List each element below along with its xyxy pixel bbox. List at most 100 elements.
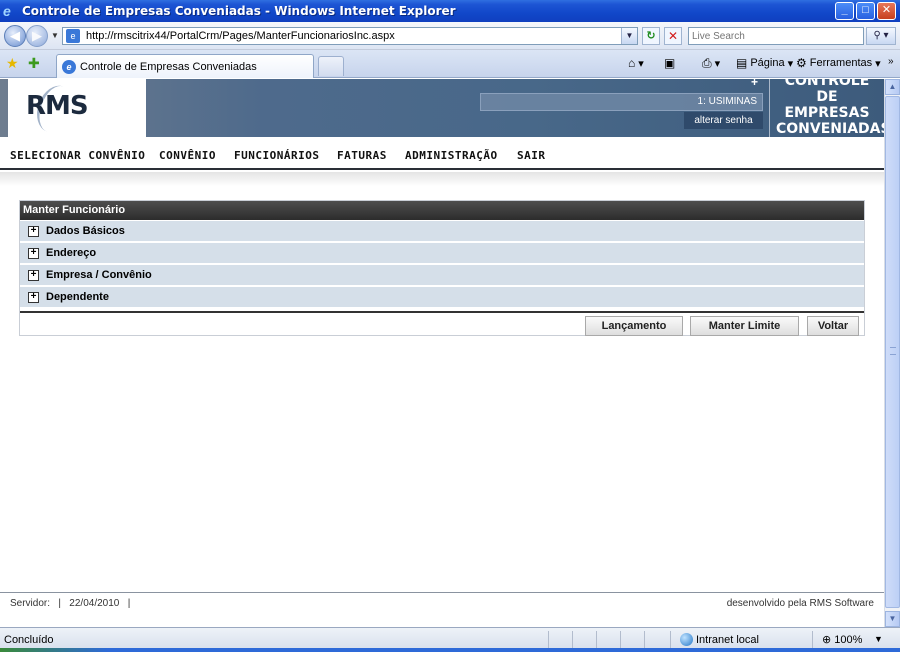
expand-plus-icon[interactable]: + (28, 269, 39, 281)
section-label: Endereço (46, 247, 97, 259)
manter-funcionario-panel: Manter Funcionário + Dados Básicos + End… (19, 200, 865, 336)
back-button[interactable]: ◀ (4, 25, 26, 47)
rss-feed-icon: ▣ (664, 56, 676, 70)
tools-menu[interactable]: ⚙ Ferramentas ▾ (796, 56, 881, 70)
page-footer: Servidor: | 22/04/2010 | desenvolvido pe… (0, 592, 884, 627)
menu-shadow (0, 172, 884, 186)
menu-sair[interactable]: SAIR (517, 149, 546, 162)
server-label: Servidor: (10, 598, 51, 609)
section-dados-basicos[interactable]: + Dados Básicos (20, 221, 864, 242)
plus-icon: + (751, 79, 759, 89)
zoom-level[interactable]: ⊕ 100% (822, 633, 862, 646)
status-divider (670, 631, 671, 649)
tab-controle-empresas[interactable]: e Controle de Empresas Conveniadas (56, 54, 314, 78)
menu-faturas[interactable]: FATURAS (337, 149, 387, 162)
scroll-down-button[interactable]: ▼ (885, 611, 900, 627)
search-field[interactable] (688, 27, 864, 45)
server-info: Servidor: | 22/04/2010 | (10, 598, 131, 609)
add-favorite-icon[interactable]: ✚ (28, 55, 40, 72)
favorites-star-icon[interactable]: ★ (6, 55, 19, 72)
printer-icon: ⎙ (702, 56, 712, 70)
brand-line-2: DE EMPRESAS (784, 89, 870, 121)
gear-icon: ⚙ (796, 56, 807, 70)
page-menu-label: Página (750, 57, 785, 69)
home-icon: ⌂ (628, 56, 636, 70)
address-field[interactable]: e http://rmscitrix44/PortalCrm/Pages/Man… (62, 27, 638, 45)
status-divider (572, 631, 573, 649)
status-divider (548, 631, 549, 649)
manter-limite-button[interactable]: Manter Limite (690, 316, 799, 336)
home-button[interactable]: ⌂ ▾ (628, 56, 644, 70)
site-header: RMS + 1: USIMINAS alterar senha CONTROLE… (0, 79, 884, 138)
scroll-thumb[interactable] (885, 96, 900, 608)
lancamento-button[interactable]: Lançamento (585, 316, 683, 336)
brand-line-3: CONVENIADAS (776, 121, 884, 137)
menu-convenio[interactable]: CONVÊNIO (159, 149, 216, 162)
main-menu: SELECIONAR CONVÊNIO CONVÊNIO FUNCIONÁRIO… (0, 137, 884, 170)
address-dropdown-button[interactable]: ▼ (621, 28, 637, 44)
minimize-button[interactable]: _ (835, 2, 854, 20)
security-zone[interactable]: Intranet local (680, 633, 759, 646)
expand-plus-icon[interactable]: + (28, 225, 39, 237)
expand-plus-icon[interactable]: + (28, 247, 39, 259)
print-button[interactable]: ⎙ ▾ (702, 56, 720, 71)
brand-title: CONTROLE DE EMPRESAS CONVENIADAS (776, 79, 884, 137)
change-password-link[interactable]: alterar senha (684, 112, 763, 129)
current-user: 1: USIMINAS (480, 93, 763, 111)
tools-menu-label: Ferramentas (809, 57, 873, 69)
menu-administracao[interactable]: ADMINISTRAÇÃO (405, 149, 498, 162)
address-toolbar: ◀ ▶ ▼ e http://rmscitrix44/PortalCrm/Pag… (0, 22, 900, 50)
page-viewport: RMS + 1: USIMINAS alterar senha CONTROLE… (0, 79, 884, 627)
brand-line-1: CONTROLE (784, 79, 870, 89)
panel-title: Manter Funcionário (20, 201, 864, 220)
logo-area: RMS (8, 79, 146, 138)
zoom-dropdown-icon[interactable]: ▼ (874, 634, 883, 644)
scroll-up-button[interactable]: ▲ (885, 79, 900, 95)
section-empresa-convenio[interactable]: + Empresa / Convênio (20, 265, 864, 286)
section-label: Dados Básicos (46, 225, 125, 237)
window-title: Controle de Empresas Conveniadas - Windo… (22, 4, 456, 18)
footer-date: 22/04/2010 (69, 598, 120, 609)
search-input[interactable] (689, 28, 859, 44)
section-endereco[interactable]: + Endereço (20, 243, 864, 264)
taskbar-edge (0, 648, 900, 652)
feeds-button[interactable]: ▣ (664, 56, 675, 70)
ie-page-icon: e (62, 59, 76, 74)
address-url[interactable]: http://rmscitrix44/PortalCrm/Pages/Mante… (86, 30, 395, 42)
more-commands-chevron-icon[interactable]: » (888, 56, 894, 67)
section-label: Empresa / Convênio (46, 269, 152, 281)
status-divider (620, 631, 621, 649)
search-button[interactable]: ⚲ ▾ (866, 27, 896, 45)
status-divider (644, 631, 645, 649)
tab-label: Controle de Empresas Conveniadas (80, 60, 257, 73)
close-button[interactable]: ✕ (877, 2, 896, 20)
menu-selecionar-convenio[interactable]: SELECIONAR CONVÊNIO (10, 149, 145, 162)
vertical-scrollbar[interactable]: ▲ ▼ (884, 79, 900, 627)
maximize-button[interactable]: □ (856, 2, 875, 20)
panel-divider (20, 311, 864, 313)
status-divider (812, 631, 813, 649)
forward-button[interactable]: ▶ (26, 25, 48, 47)
brand-divider (769, 79, 770, 137)
section-dependente[interactable]: + Dependente (20, 287, 864, 308)
status-divider (596, 631, 597, 649)
expand-plus-icon[interactable]: + (28, 291, 39, 303)
globe-icon (680, 633, 693, 646)
menu-funcionarios[interactable]: FUNCIONÁRIOS (234, 149, 319, 162)
new-tab-button[interactable] (318, 56, 344, 76)
voltar-button[interactable]: Voltar (807, 316, 859, 336)
zone-label: Intranet local (696, 633, 759, 646)
window-title-bar: e Controle de Empresas Conveniadas - Win… (0, 0, 900, 22)
window-controls: _ □ ✕ (835, 2, 896, 20)
status-text: Concluído (4, 634, 54, 646)
zoom-value: 100% (834, 634, 863, 646)
internet-explorer-icon: e (3, 3, 11, 19)
section-label: Dependente (46, 291, 109, 303)
page-menu[interactable]: ▤ Página ▾ (736, 56, 793, 70)
recent-pages-dropdown[interactable]: ▼ (51, 31, 59, 40)
refresh-button[interactable]: ↻ (642, 27, 660, 45)
page-menu-icon: ▤ (736, 56, 748, 70)
footer-credit: desenvolvido pela RMS Software (726, 598, 874, 609)
stop-button[interactable]: ✕ (664, 27, 682, 45)
rms-logo: RMS (26, 91, 89, 121)
